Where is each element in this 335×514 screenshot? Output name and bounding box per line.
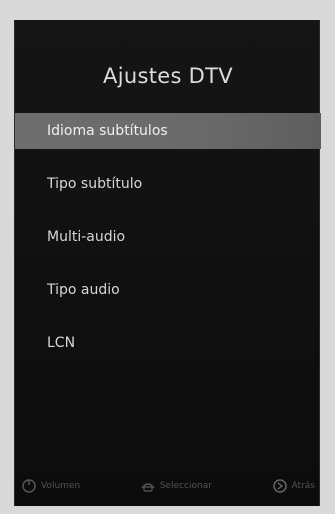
footer-hints: Volumen Seleccionar Atrás [15,466,321,506]
settings-panel: Ajustes DTV Idioma subtítulos Tipo subtí… [14,20,321,506]
menu-item-tipo-subtitulo[interactable]: Tipo subtítulo [15,166,321,202]
menu-item-label: LCN [47,335,76,351]
menu-item-label: Multi-audio [47,229,126,245]
hint-volume: Volumen [21,478,80,494]
hint-label: Seleccionar [159,481,212,491]
menu-item-label: Tipo subtítulo [47,176,143,192]
menu-item-tipo-audio[interactable]: Tipo audio [15,272,321,308]
power-icon [21,478,37,494]
back-icon [272,478,288,494]
menu-item-idioma-subtitulos[interactable]: Idioma subtítulos [15,113,321,149]
remote-icon [140,479,156,493]
hint-label: Atrás [291,481,315,491]
menu-item-label: Tipo audio [47,282,120,298]
hint-label: Volumen [41,481,81,491]
menu-item-multi-audio[interactable]: Multi-audio [15,219,321,255]
settings-menu: Idioma subtítulos Tipo subtítulo Multi-a… [15,113,321,378]
tv-screen: Ajustes DTV Idioma subtítulos Tipo subtí… [0,0,335,514]
menu-item-lcn[interactable]: LCN [15,325,321,361]
hint-select: Seleccionar [140,479,212,493]
page-title: Ajustes DTV [103,64,233,88]
hint-back: Atrás [272,478,315,494]
menu-item-label: Idioma subtítulos [47,123,168,139]
